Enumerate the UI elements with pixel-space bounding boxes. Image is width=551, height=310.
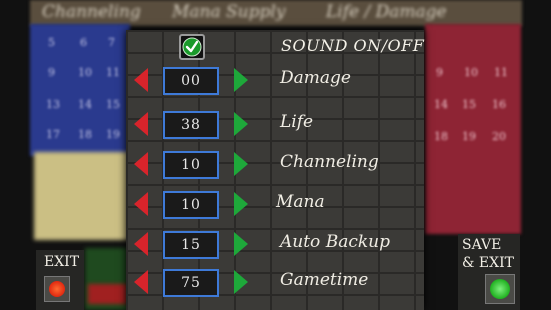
blue-grid-number: 19	[106, 128, 120, 141]
mana-label: Mana	[276, 192, 325, 212]
blue-grid-number: 5	[48, 36, 55, 49]
channeling-increment-arrow-icon[interactable]	[234, 152, 248, 176]
life-increment-arrow-icon[interactable]	[234, 112, 248, 136]
save-exit-label: SAVE & EXIT	[462, 236, 522, 272]
auto-backup-label: Auto Backup	[280, 232, 390, 252]
save-exit-label-line1: SAVE	[462, 237, 502, 253]
background-tab-mana-supply: Mana Supply	[172, 2, 286, 22]
exit-label: EXIT	[44, 254, 80, 270]
damage-value: 00	[163, 67, 219, 95]
gametime-label: Gametime	[280, 270, 369, 290]
damage-decrement-arrow-icon[interactable]	[134, 68, 148, 92]
auto-backup-increment-arrow-icon[interactable]	[234, 232, 248, 256]
blue-grid-number: 11	[106, 66, 120, 79]
channeling-label: Channeling	[280, 152, 379, 172]
mana-increment-arrow-icon[interactable]	[234, 192, 248, 216]
blue-grid-number: 6	[80, 36, 87, 49]
red-grid-number: 11	[494, 66, 508, 79]
setting-row-channeling: 10 Channeling	[126, 150, 424, 180]
blue-grid-number: 9	[48, 66, 55, 79]
blue-grid-number: 15	[106, 98, 120, 111]
settings-panel: 00 Damage 38 Life 10 Channeling 10 Mana …	[126, 30, 424, 310]
red-grid-number: 18	[434, 130, 448, 143]
background-tab-channeling: Channeling	[42, 2, 141, 22]
red-grid-number: 14	[434, 98, 448, 111]
blue-grid-number: 10	[78, 66, 92, 79]
gametime-increment-arrow-icon[interactable]	[234, 270, 248, 294]
gametime-value: 75	[163, 269, 219, 297]
auto-backup-value: 15	[163, 231, 219, 259]
blue-grid-number: 14	[78, 98, 92, 111]
red-grid-number: 9	[436, 66, 443, 79]
exit-button-indicator-icon	[49, 281, 65, 297]
setting-row-damage: 00 Damage	[126, 66, 424, 96]
gametime-decrement-arrow-icon[interactable]	[134, 270, 148, 294]
setting-row-life: 38 Life	[126, 110, 424, 140]
mana-value: 10	[163, 191, 219, 219]
auto-backup-decrement-arrow-icon[interactable]	[134, 232, 148, 256]
red-grid-number: 20	[492, 130, 506, 143]
sound-toggle-label: SOUND ON/OFF	[281, 36, 425, 55]
background-tab-life-damage: Life / Damage	[326, 2, 447, 22]
damage-increment-arrow-icon[interactable]	[234, 68, 248, 92]
blue-grid-number: 17	[46, 128, 60, 141]
background-red-board	[425, 24, 521, 234]
channeling-decrement-arrow-icon[interactable]	[134, 152, 148, 176]
checkmark-icon	[182, 37, 202, 57]
save-exit-button-indicator-icon	[490, 279, 510, 299]
blue-grid-number: 18	[78, 128, 92, 141]
setting-row-auto-backup: 15 Auto Backup	[126, 230, 424, 260]
red-grid-number: 19	[462, 130, 476, 143]
red-grid-number: 10	[464, 66, 478, 79]
blue-grid-number: 13	[46, 98, 60, 111]
damage-label: Damage	[280, 68, 351, 88]
background-red-strip	[88, 284, 128, 304]
setting-row-gametime: 75 Gametime	[126, 268, 424, 298]
blue-grid-number: 7	[108, 36, 115, 49]
life-value: 38	[163, 111, 219, 139]
life-decrement-arrow-icon[interactable]	[134, 112, 148, 136]
channeling-value: 10	[163, 151, 219, 179]
setting-row-mana: 10 Mana	[126, 190, 424, 220]
sound-toggle-checkbox[interactable]	[179, 34, 205, 60]
exit-button[interactable]	[44, 276, 70, 302]
save-exit-label-line2: & EXIT	[462, 255, 514, 271]
red-grid-number: 16	[492, 98, 506, 111]
red-grid-number: 15	[462, 98, 476, 111]
life-label: Life	[280, 112, 314, 132]
mana-decrement-arrow-icon[interactable]	[134, 192, 148, 216]
save-exit-button[interactable]	[485, 274, 515, 304]
background-parchment-panel	[34, 152, 130, 240]
